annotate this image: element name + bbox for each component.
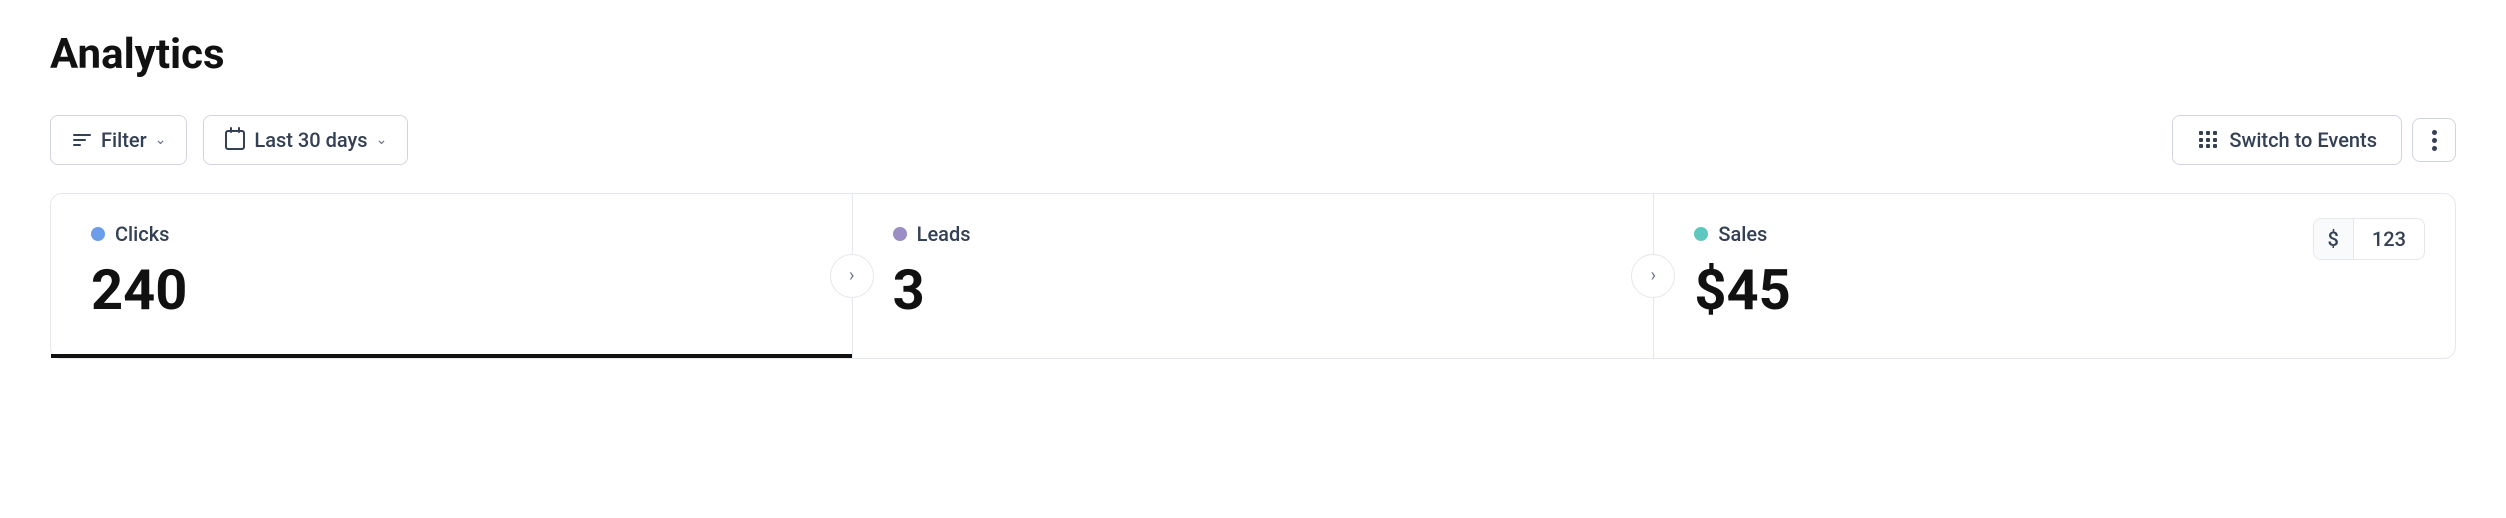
filter-button[interactable]: Filter ⌄ — [50, 115, 187, 165]
clicks-dot — [91, 227, 105, 241]
filter-icon — [71, 129, 93, 151]
sales-count: 123 — [2354, 219, 2424, 259]
chevron-down-icon-2: ⌄ — [376, 132, 388, 148]
sales-value: $45 — [1694, 260, 2415, 322]
leads-label: Leads — [917, 222, 971, 246]
sales-label: Sales — [1718, 222, 1767, 246]
date-range-label: Last 30 days — [254, 128, 367, 152]
grid-icon — [2197, 129, 2219, 151]
sales-label-row: Sales — [1694, 222, 2415, 246]
clicks-underline — [51, 354, 852, 358]
clicks-card: Clicks 240 › — [51, 194, 853, 358]
stats-container: Clicks 240 › Leads 3 › Sales $45 $ 123 — [50, 193, 2456, 359]
filter-label: Filter — [101, 128, 147, 152]
sales-extra-badge: $ 123 — [2313, 218, 2425, 260]
clicks-value: 240 — [91, 260, 812, 322]
sales-card: Sales $45 $ 123 — [1654, 194, 2455, 358]
chevron-down-icon: ⌄ — [155, 132, 167, 148]
clicks-label-row: Clicks — [91, 222, 812, 246]
date-range-button[interactable]: Last 30 days ⌄ — [203, 115, 408, 165]
toolbar-right: Switch to Events — [2172, 115, 2456, 165]
leads-label-row: Leads — [893, 222, 1614, 246]
dots-vertical-icon — [2432, 130, 2437, 151]
switch-to-events-button[interactable]: Switch to Events — [2172, 115, 2402, 165]
toolbar-left: Filter ⌄ Last 30 days ⌄ — [50, 115, 408, 165]
sales-dollar-symbol: $ — [2314, 219, 2354, 259]
leads-card: Leads 3 › — [853, 194, 1655, 358]
leads-next-arrow[interactable]: › — [1631, 254, 1675, 298]
leads-value: 3 — [893, 260, 1614, 322]
clicks-next-arrow[interactable]: › — [830, 254, 874, 298]
clicks-label: Clicks — [115, 222, 169, 246]
calendar-icon — [224, 129, 246, 151]
more-options-button[interactable] — [2412, 118, 2456, 162]
switch-to-events-label: Switch to Events — [2229, 128, 2377, 152]
sales-dot — [1694, 227, 1708, 241]
toolbar: Filter ⌄ Last 30 days ⌄ Switch to Events — [50, 115, 2456, 165]
leads-dot — [893, 227, 907, 241]
page-title: Analytics — [50, 30, 2456, 79]
